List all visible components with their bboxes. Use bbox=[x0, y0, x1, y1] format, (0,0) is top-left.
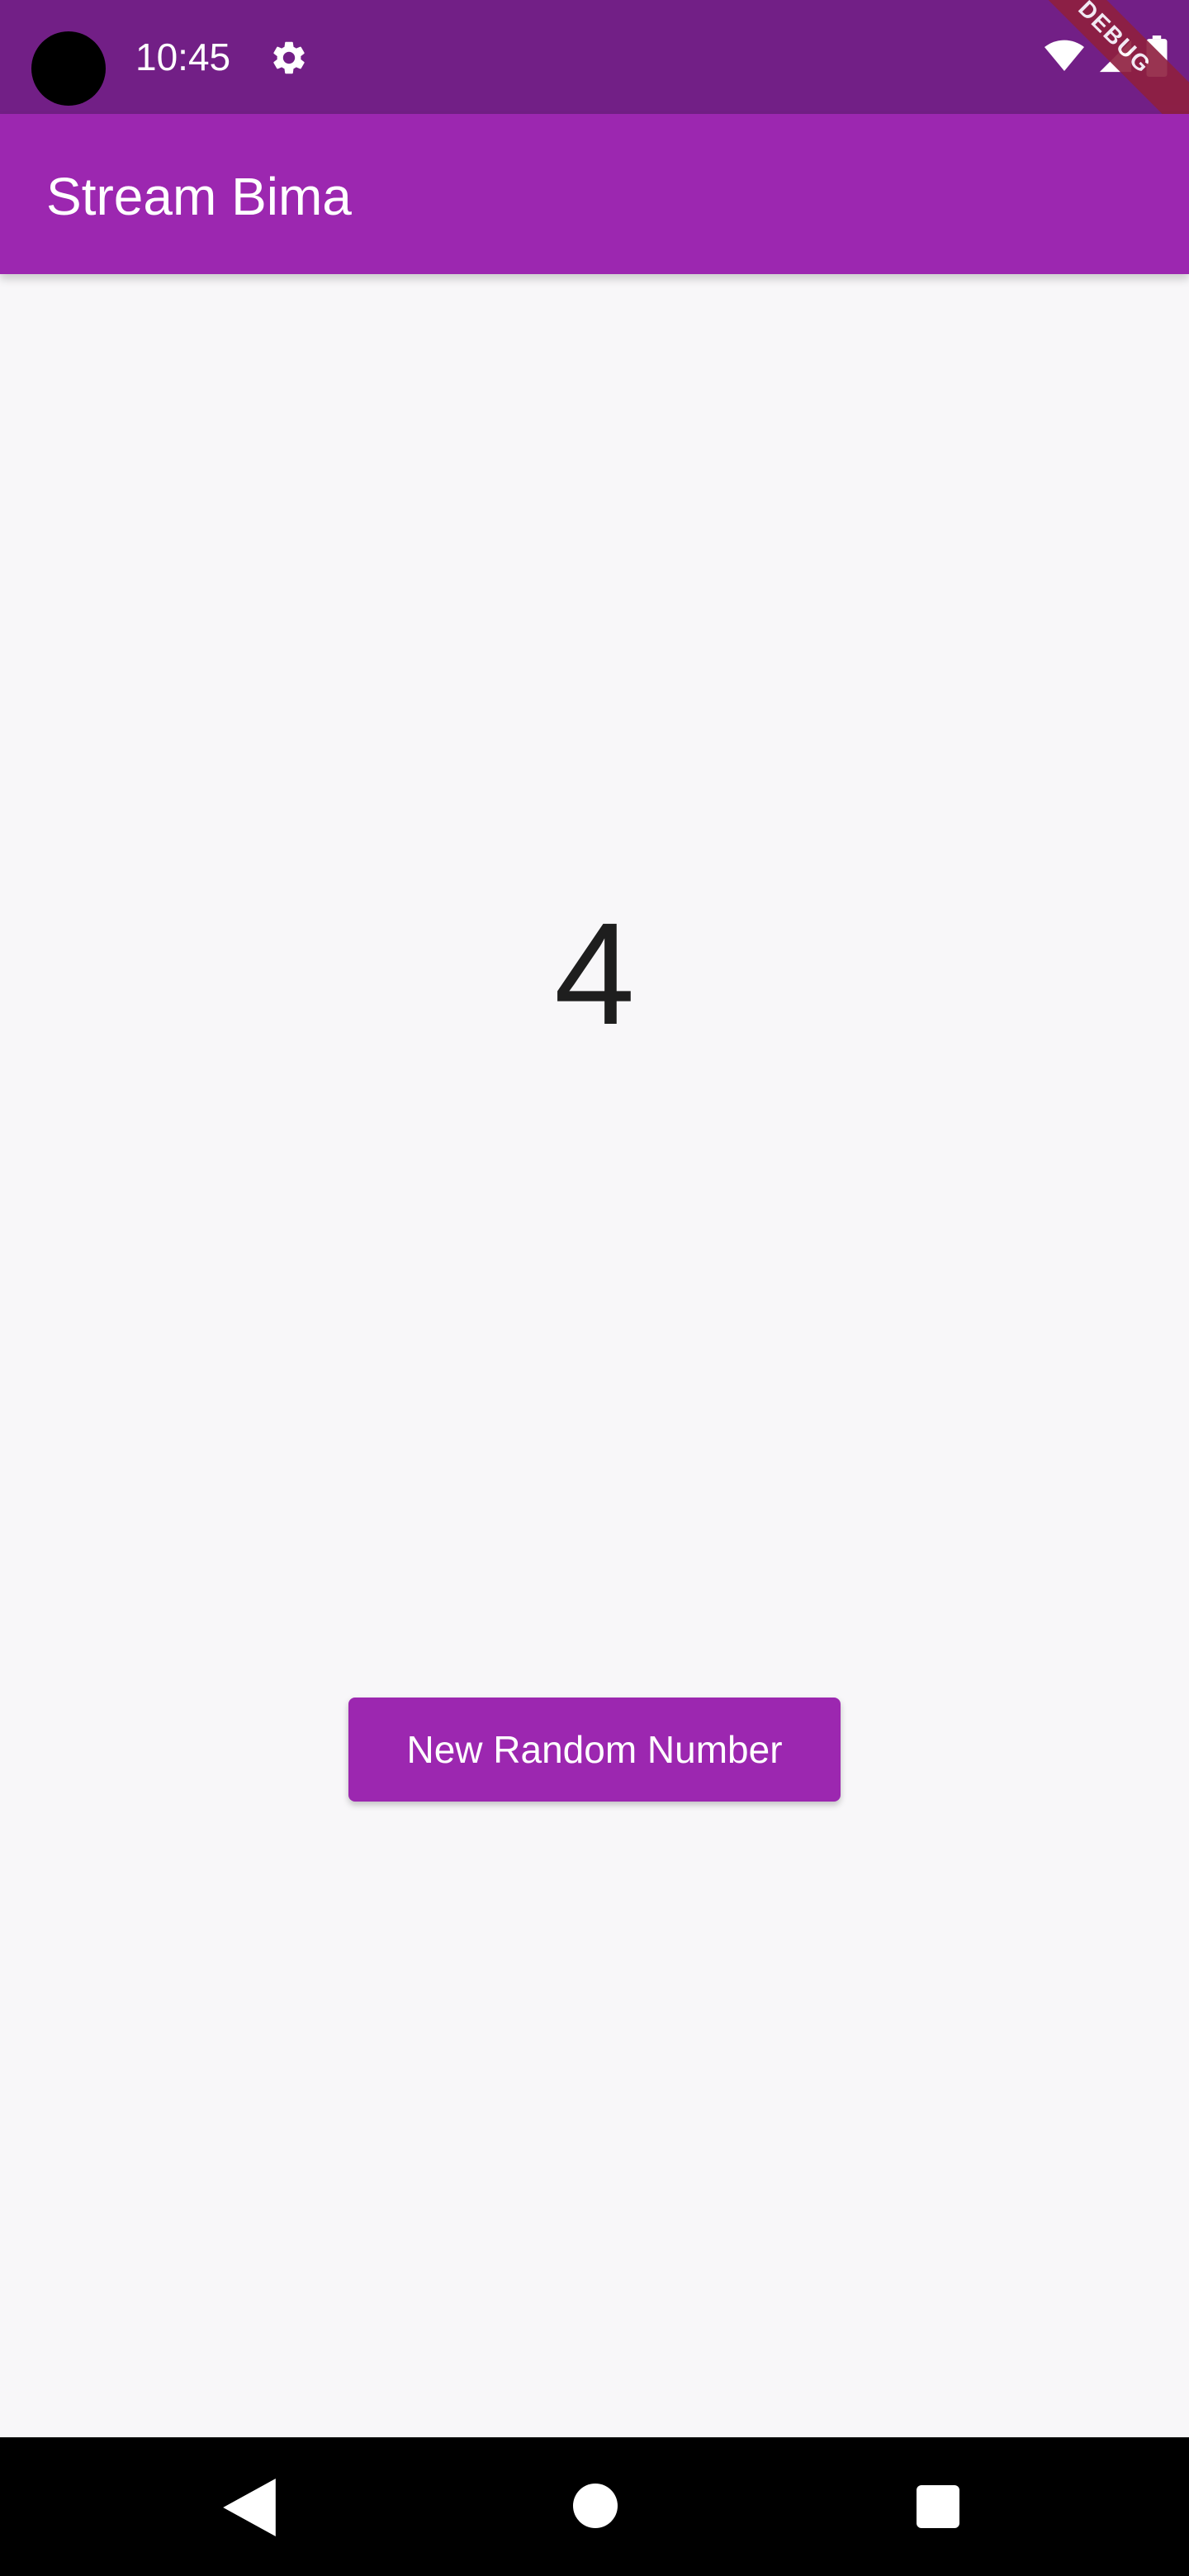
new-random-number-button[interactable]: New Random Number bbox=[348, 1698, 841, 1802]
recents-icon[interactable] bbox=[917, 2485, 959, 2528]
phone-screen: 10:45 DEBUG Stream Bima 4 New Random Num… bbox=[0, 0, 1189, 2576]
wifi-icon bbox=[1045, 40, 1084, 71]
settings-gear-icon bbox=[273, 41, 305, 74]
app-bar: Stream Bima bbox=[0, 114, 1189, 274]
status-bar: 10:45 DEBUG bbox=[0, 0, 1189, 140]
back-icon[interactable] bbox=[223, 2479, 276, 2536]
app-title: Stream Bima bbox=[46, 167, 352, 226]
random-number-display: 4 bbox=[554, 893, 635, 1055]
camera-cutout-icon bbox=[31, 31, 106, 106]
navigation-bar bbox=[0, 2437, 1189, 2576]
status-time: 10:45 bbox=[135, 36, 231, 78]
home-icon[interactable] bbox=[573, 2484, 618, 2528]
